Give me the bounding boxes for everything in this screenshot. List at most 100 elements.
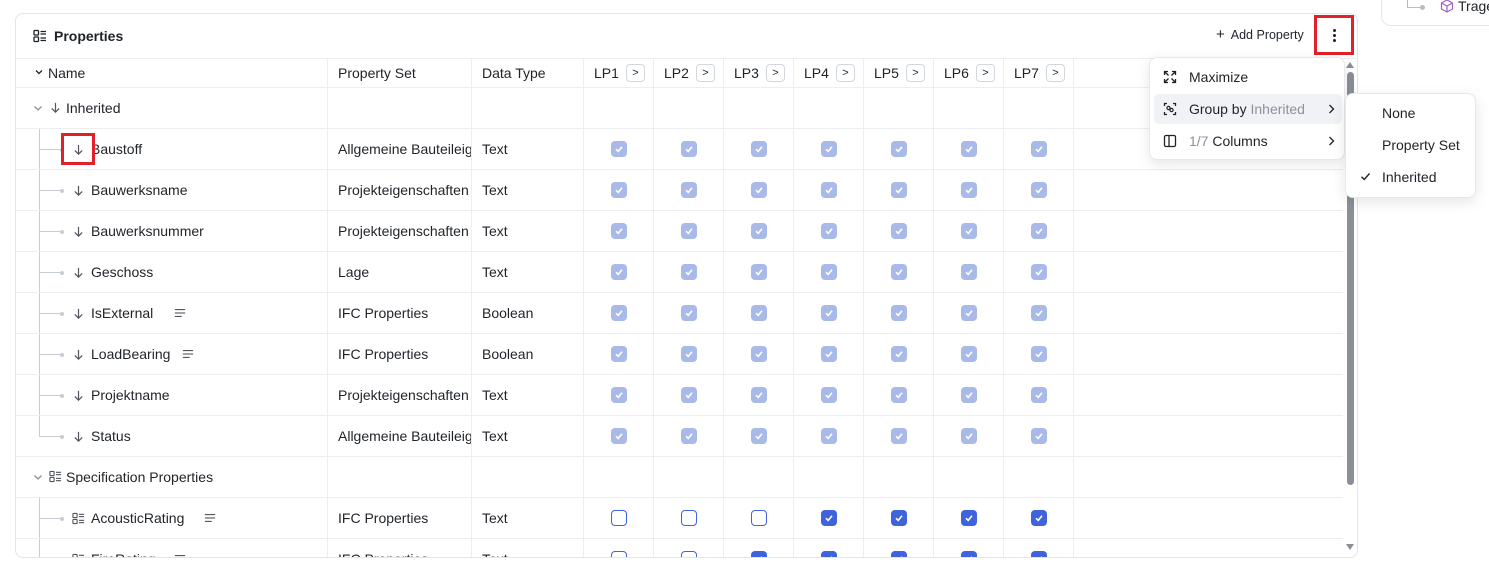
table-row[interactable]: Baustoff Allgemeine BauteileigenschaftenT…	[16, 129, 1343, 170]
table-row[interactable]: AcousticRating IFC Properties Text	[16, 498, 1343, 539]
checkbox-checked[interactable]	[750, 551, 767, 557]
column-header-name[interactable]: Name	[16, 59, 328, 87]
chevron-right-icon[interactable]: >	[695, 64, 715, 82]
lp-cell	[864, 211, 934, 251]
checkbox-checked[interactable]	[1030, 510, 1047, 526]
column-header-lp4[interactable]: LP4 >	[794, 59, 864, 87]
lp-cell	[864, 375, 934, 415]
checkbox-checked[interactable]	[890, 510, 907, 526]
checkbox-checked[interactable]	[960, 551, 977, 557]
checkbox-disabled-checked	[680, 141, 697, 157]
column-header-lp5[interactable]: LP5 >	[864, 59, 934, 87]
empty-cell	[328, 88, 472, 128]
checkbox-checked[interactable]	[960, 510, 977, 526]
checkbox-disabled-checked	[680, 305, 697, 321]
chevron-down-icon[interactable]	[34, 67, 44, 77]
checkbox-checked[interactable]	[820, 510, 837, 526]
checkbox-disabled-checked	[820, 428, 837, 444]
checkbox-unchecked[interactable]	[680, 551, 697, 557]
check-icon	[684, 187, 693, 194]
table-row[interactable]: IsExternal IFC Properties Boolean	[16, 293, 1343, 334]
table-row[interactable]: Geschoss Lage Text	[16, 252, 1343, 293]
lp-cell	[864, 170, 934, 210]
scroll-down-arrow-icon[interactable]	[1346, 544, 1354, 550]
submenu-item-property-set[interactable]: Property Set	[1350, 130, 1472, 160]
empty-cell	[934, 457, 1004, 497]
check-icon	[894, 351, 903, 358]
chevron-right-icon[interactable]: >	[905, 64, 925, 82]
name-cell[interactable]: Status	[16, 416, 328, 456]
property-set-cell: Projekteigenschaften	[328, 211, 472, 251]
name-cell[interactable]: AcousticRating	[16, 498, 328, 538]
table-row[interactable]: Status Allgemeine BauteileigenschaftenTex…	[16, 416, 1343, 457]
check-icon	[1034, 392, 1043, 399]
submenu-item-inherited[interactable]: Inherited	[1350, 162, 1472, 192]
column-header-data-type[interactable]: Data Type	[472, 59, 584, 87]
check-icon	[614, 187, 623, 194]
column-header-lp1[interactable]: LP1 >	[584, 59, 654, 87]
property-set-cell: Projekteigenschaften	[328, 375, 472, 415]
check-icon	[824, 269, 833, 276]
checkbox-disabled-checked	[890, 387, 907, 403]
arrow-down-icon	[74, 308, 83, 319]
lp-cell	[864, 416, 934, 456]
columns-label: Columns	[1212, 133, 1268, 149]
table-row[interactable]: FireRating IFC PropertiesText	[16, 539, 1343, 557]
table-row[interactable]: Bauwerksname Projekteigenschaften Text	[16, 170, 1343, 211]
menu-item-maximize[interactable]: Maximize	[1154, 62, 1342, 92]
chevron-right-icon[interactable]: >	[625, 64, 645, 82]
check-icon	[684, 146, 693, 153]
name-cell[interactable]: IsExternal	[16, 293, 328, 333]
lp-cell	[794, 416, 864, 456]
checkbox-unchecked[interactable]	[750, 510, 767, 526]
check-icon	[614, 310, 623, 317]
table-header-row: Name Property Set Data Type LP1 > LP2 > LP3 >…	[16, 59, 1343, 88]
column-header-lp7[interactable]: LP7 >	[1004, 59, 1074, 87]
column-header-property-set[interactable]: Property Set	[328, 59, 472, 87]
group-row[interactable]: Specification Properties	[16, 457, 1343, 498]
chevron-right-icon[interactable]: >	[835, 64, 855, 82]
chevron-right-icon[interactable]: >	[975, 64, 995, 82]
more-options-button[interactable]	[1314, 15, 1354, 55]
name-cell[interactable]: Projektname	[16, 375, 328, 415]
check-icon	[614, 392, 623, 399]
description-lines-icon	[174, 309, 186, 317]
checkbox-disabled-checked	[960, 182, 977, 198]
menu-item-group-by[interactable]: Group by Inherited	[1154, 94, 1342, 124]
name-cell[interactable]: FireRating	[16, 539, 328, 557]
checkbox-disabled-checked	[890, 264, 907, 280]
name-cell[interactable]: Bauwerksnummer	[16, 211, 328, 251]
name-cell[interactable]: Geschoss	[16, 252, 328, 292]
group-row[interactable]: Inherited	[16, 88, 1343, 129]
menu-item-columns[interactable]: 1/7 Columns	[1154, 126, 1342, 156]
name-cell[interactable]: Bauwerksname	[16, 170, 328, 210]
checkbox-checked[interactable]	[890, 551, 907, 557]
column-header-lp6[interactable]: LP6 >	[934, 59, 1004, 87]
arrow-down-icon	[74, 431, 83, 442]
chevron-right-icon[interactable]: >	[1045, 64, 1065, 82]
submenu-item-none[interactable]: None	[1350, 98, 1472, 128]
checkbox-disabled-checked	[680, 387, 697, 403]
table-row[interactable]: LoadBearing IFC Properties Boolean	[16, 334, 1343, 375]
checkbox-checked[interactable]	[1030, 551, 1047, 557]
tree-node-label[interactable]: Trage	[1458, 0, 1489, 14]
scroll-up-arrow-icon[interactable]	[1346, 62, 1354, 68]
table-row[interactable]: Projektname Projekteigenschaften Text	[16, 375, 1343, 416]
chevron-right-icon[interactable]: >	[765, 64, 785, 82]
add-property-button[interactable]: + Add Property	[1216, 27, 1304, 42]
empty-cell	[724, 88, 794, 128]
name-cell[interactable]: Baustoff	[16, 129, 328, 169]
group-name-cell[interactable]: Inherited	[16, 88, 328, 128]
checkbox-unchecked[interactable]	[610, 551, 627, 557]
table-row[interactable]: Bauwerksnummer Projekteigenschaften Text	[16, 211, 1343, 252]
group-name-cell[interactable]: Specification Properties	[16, 457, 328, 497]
column-header-lp3[interactable]: LP3 >	[724, 59, 794, 87]
name-cell[interactable]: LoadBearing	[16, 334, 328, 374]
check-icon	[1361, 173, 1371, 181]
checkbox-unchecked[interactable]	[680, 510, 697, 526]
check-icon	[754, 310, 763, 317]
checkbox-unchecked[interactable]	[610, 510, 627, 526]
add-property-label: Add Property	[1230, 28, 1304, 42]
checkbox-checked[interactable]	[820, 551, 837, 557]
column-header-lp2[interactable]: LP2 >	[654, 59, 724, 87]
